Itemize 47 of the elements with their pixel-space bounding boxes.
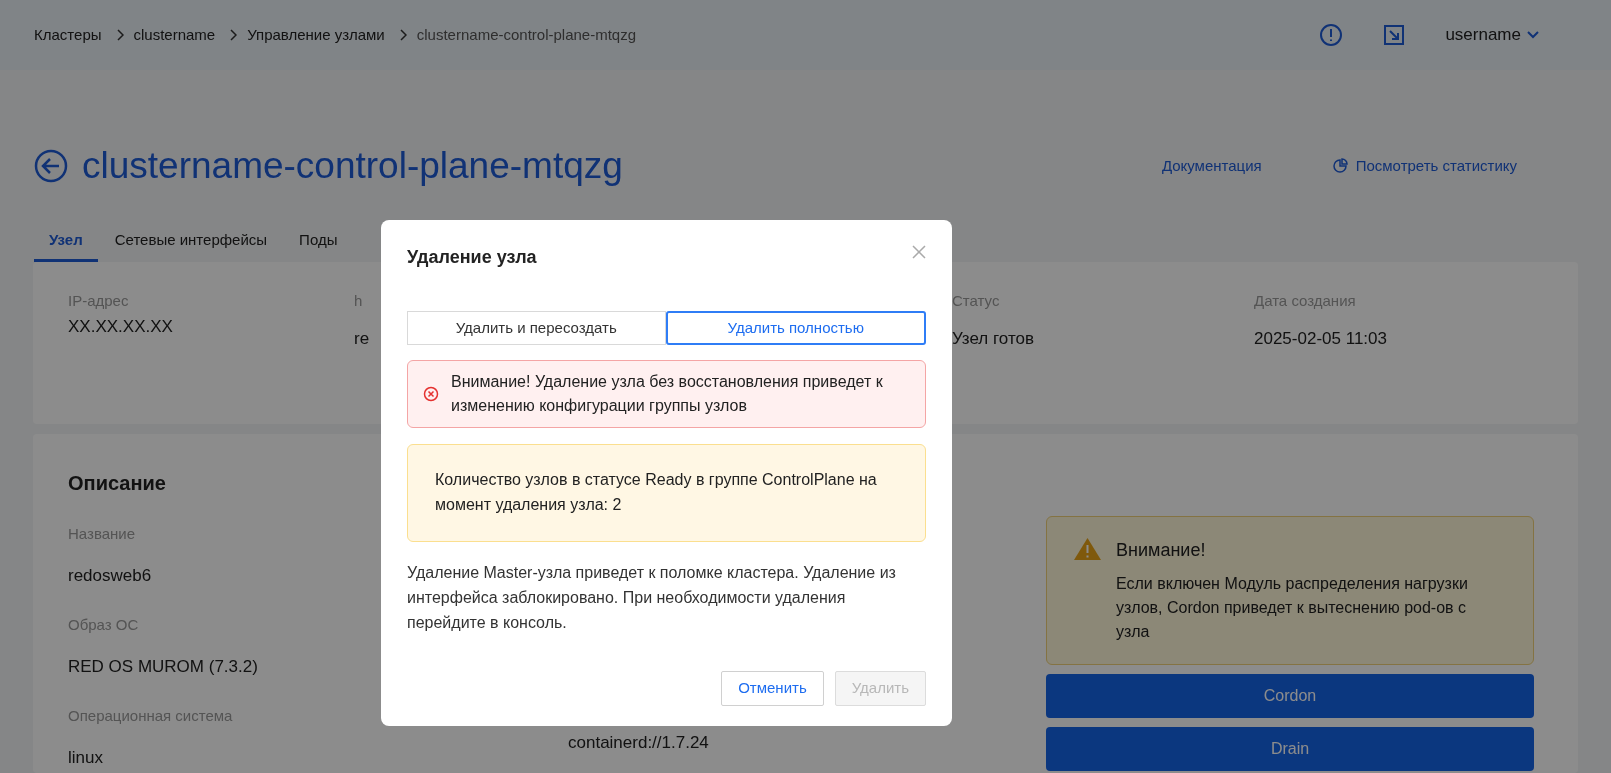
notice-text: Если включен Модуль распределения нагрузки узлов, Cordon приведет к вытеснению pod-ов с узла [1116, 573, 1469, 642]
field-value: Узел готов [952, 328, 1034, 350]
dialog-title: Удаление узла [407, 246, 537, 269]
segment-option[interactable]: Удалить и пересоздать [407, 311, 666, 345]
field-label: Образ ОС [68, 614, 139, 635]
page-title: clustername-control-plane-mtqzg [82, 144, 623, 188]
segment-option[interactable]: Удалить полностью [665, 311, 926, 345]
field-label: h [354, 290, 363, 311]
cancel-button[interactable]: Отменить [721, 671, 824, 706]
field-value: re [354, 328, 370, 350]
breadcrumb-link[interactable]: clustername [133, 23, 216, 47]
dialog-message: Удаление Master-узла приведет к поломке кластера. Удаление из интерфейса заблокировано. При необходимости удаления перейдите в консоль. [407, 563, 897, 633]
chevron-right-icon [398, 29, 407, 41]
chevron-right-icon [115, 29, 124, 41]
field-value: XX.XX.XX.XX [68, 316, 173, 338]
tab[interactable]: Сетевые интерфейсы [99, 221, 283, 262]
alert-icon[interactable] [1319, 23, 1344, 47]
field-label: Статус [952, 290, 1000, 311]
field-label: Название [68, 523, 136, 544]
field-value: containerd://1.7.24 [568, 731, 709, 754]
error-icon [423, 386, 439, 402]
action-button[interactable]: Cordon [1046, 673, 1534, 718]
warning-icon [1073, 536, 1102, 561]
alert-text: Количество узлов в статусе Ready в группе ControlPlane на момент удаления узла: 2 [435, 471, 877, 513]
field-value: linux [68, 747, 103, 769]
notice-title: Внимание! [1116, 538, 1207, 562]
caret-icon [1527, 31, 1539, 39]
field-value: redosweb6 [68, 565, 152, 587]
alert-text: Внимание! Удаление узла без восстановления приведет к изменению конфигурации группы узлов [451, 372, 884, 416]
field-value: 2025-02-05 11:03 [1254, 328, 1387, 350]
tab[interactable]: Поды [284, 221, 353, 262]
field-label: Операционная система [68, 705, 233, 726]
section-title: Описание [68, 470, 166, 496]
pie-chart-icon [1331, 157, 1348, 174]
field-value: RED OS MUROM (7.3.2) [68, 656, 258, 678]
external-link-icon[interactable] [1383, 24, 1406, 46]
breadcrumb-link[interactable]: clustername-control-plane-mtqzg [416, 23, 637, 47]
chevron-right-icon [229, 29, 238, 41]
action-button[interactable]: Drain [1046, 726, 1534, 771]
breadcrumb-link[interactable]: Управление узлами [247, 23, 385, 47]
close-icon[interactable] [912, 245, 926, 259]
field-label: IP-адрес [68, 290, 129, 311]
user-menu[interactable]: username [1445, 22, 1539, 48]
statistics-link[interactable]: Посмотреть статистику [1355, 154, 1517, 177]
field-label: Дата создания [1254, 290, 1356, 311]
breadcrumb-link[interactable]: Кластеры [34, 23, 102, 47]
documentation-link[interactable]: Документация [1161, 154, 1262, 177]
